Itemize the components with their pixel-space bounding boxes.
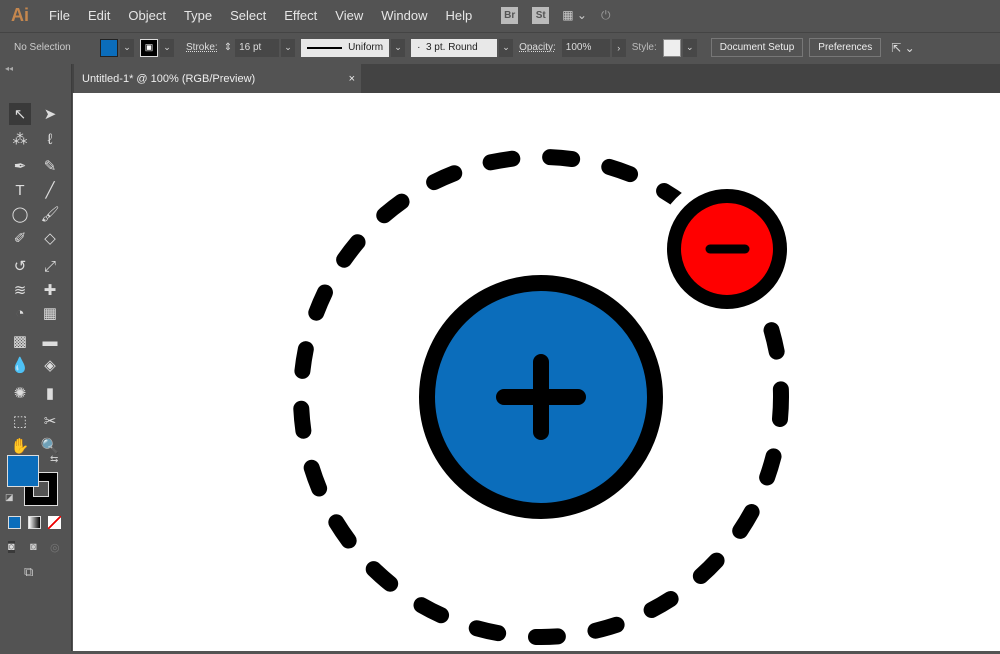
column-graph-tool-icon[interactable]: ▮	[39, 382, 61, 404]
preferences-button[interactable]: Preferences	[809, 38, 881, 57]
stroke-swatch[interactable]: ▣	[140, 39, 158, 57]
draw-normal-icon[interactable]: ◙	[8, 541, 15, 553]
artboard-tool-icon[interactable]: ⬚	[9, 410, 31, 432]
opacity-arrow[interactable]: ›	[612, 39, 626, 57]
scale-tool-icon[interactable]: ⤢	[39, 255, 61, 277]
slice-tool-icon[interactable]: ✂	[39, 410, 61, 432]
shape-builder-tool-icon[interactable]: ◔	[9, 302, 31, 324]
width-tool-icon[interactable]: ≋	[9, 279, 31, 301]
puppet-warp-tool-icon[interactable]: ✚	[39, 279, 61, 301]
menu-object[interactable]: Object	[119, 8, 175, 23]
none-mode-button[interactable]	[48, 516, 61, 529]
style-label: Style:	[632, 42, 657, 53]
menu-view[interactable]: View	[326, 8, 372, 23]
swap-colors-icon[interactable]: ⇆	[50, 454, 58, 465]
brush-definition[interactable]: · 3 pt. Round	[411, 39, 497, 57]
document-tab-bar: Untitled-1* @ 100% (RGB/Preview) ×	[72, 64, 1000, 93]
curvature-tool-icon[interactable]: ✎	[39, 155, 61, 177]
profile-label: Uniform	[348, 42, 383, 53]
arrange-documents-icon[interactable]: ⇱ ⌄	[891, 41, 914, 55]
screen-mode-icon[interactable]: ⧉	[24, 564, 33, 580]
blend-tool-icon[interactable]: ◈	[39, 354, 61, 376]
artboard-canvas[interactable]	[73, 93, 1000, 651]
profile-dropdown[interactable]: ⌄	[391, 39, 405, 57]
stroke-label[interactable]: Stroke:	[186, 42, 218, 53]
stroke-weight-dropdown[interactable]: ⌄	[281, 39, 295, 57]
bridge-button[interactable]: Br	[501, 7, 518, 24]
hand-tool-icon[interactable]: ✋	[9, 435, 31, 457]
brush-label: 3 pt. Round	[426, 42, 478, 53]
menu-bar: Ai File Edit Object Type Select Effect V…	[0, 0, 1000, 30]
gradient-mode-button[interactable]	[28, 516, 41, 529]
line-tool-icon[interactable]: ╱	[39, 179, 61, 201]
app-logo: Ai	[0, 5, 40, 26]
menu-type[interactable]: Type	[175, 8, 221, 23]
stroke-dropdown[interactable]: ⌄	[160, 39, 174, 57]
paintbrush-tool-icon[interactable]: 🖌	[39, 203, 61, 225]
stock-button[interactable]: St	[532, 7, 549, 24]
document-setup-button[interactable]: Document Setup	[711, 38, 804, 57]
fill-color-box[interactable]	[7, 455, 39, 487]
rotate-tool-icon[interactable]: ↺	[9, 255, 31, 277]
symbol-sprayer-tool-icon[interactable]: ✺	[9, 382, 31, 404]
document-tab-title: Untitled-1* @ 100% (RGB/Preview)	[82, 73, 255, 85]
menu-edit[interactable]: Edit	[79, 8, 119, 23]
draw-behind-icon[interactable]: ◙	[30, 541, 37, 553]
draw-inside-icon[interactable]: ◎	[50, 541, 60, 554]
eyedropper-tool-icon[interactable]: 💧	[9, 354, 31, 376]
lasso-tool-icon[interactable]: ℓ	[39, 128, 61, 150]
menu-help[interactable]: Help	[436, 8, 481, 23]
pen-tool-icon[interactable]: ✒	[9, 155, 31, 177]
close-tab-icon[interactable]: ×	[349, 73, 355, 85]
selection-tool-icon[interactable]: ↖	[9, 103, 31, 125]
direct-selection-tool-icon[interactable]: ➤	[39, 103, 61, 125]
brush-dropdown[interactable]: ⌄	[499, 39, 513, 57]
style-swatch[interactable]	[663, 39, 681, 57]
tools-panel: ◂◂ ↖➤⁂ℓ✒✎T╱◯🖌✐◇↺⤢≋✚◔▦▩▬💧◈✺▮⬚✂✋🔍 ⇆ ◪ ◙ ◙ …	[0, 64, 72, 651]
menu-effect[interactable]: Effect	[275, 8, 326, 23]
type-tool-icon[interactable]: T	[9, 179, 31, 201]
fill-swatch[interactable]	[100, 39, 118, 57]
eraser-tool-icon[interactable]: ◇	[39, 227, 61, 249]
menu-select[interactable]: Select	[221, 8, 275, 23]
menu-window[interactable]: Window	[372, 8, 436, 23]
ellipse-tool-icon[interactable]: ◯	[9, 203, 31, 225]
mesh-tool-icon[interactable]: ▩	[9, 330, 31, 352]
magic-wand-tool-icon[interactable]: ⁂	[9, 128, 31, 150]
control-panel: No Selection ⌄ ▣⌄ Stroke: ⇕16 pt⌄ Unifor…	[0, 32, 1000, 62]
collapse-panel-icon[interactable]: ◂◂	[5, 64, 13, 73]
color-mode-button[interactable]	[8, 516, 21, 529]
document-tab[interactable]: Untitled-1* @ 100% (RGB/Preview) ×	[74, 64, 361, 93]
workspace-layout-icon[interactable]: ▦ ⌄	[562, 8, 587, 22]
opacity-input[interactable]: 100%	[562, 39, 610, 57]
perspective-grid-tool-icon[interactable]: ▦	[39, 302, 61, 324]
menu-file[interactable]: File	[40, 8, 79, 23]
gradient-tool-icon[interactable]: ▬	[39, 330, 61, 352]
stroke-weight-input[interactable]: 16 pt	[235, 39, 279, 57]
style-dropdown[interactable]: ⌄	[683, 39, 697, 57]
variable-width-profile[interactable]: Uniform	[301, 39, 389, 57]
selection-status: No Selection	[14, 42, 94, 53]
stroke-stepper[interactable]: ⇕	[224, 42, 232, 53]
opacity-label[interactable]: Opacity:	[519, 42, 556, 53]
fill-dropdown[interactable]: ⌄	[120, 39, 134, 57]
gpu-performance-icon[interactable]: ⏻	[601, 8, 611, 23]
default-colors-icon[interactable]: ◪	[5, 492, 14, 503]
artwork	[73, 93, 1000, 651]
shaper-tool-icon[interactable]: ✐	[9, 227, 31, 249]
